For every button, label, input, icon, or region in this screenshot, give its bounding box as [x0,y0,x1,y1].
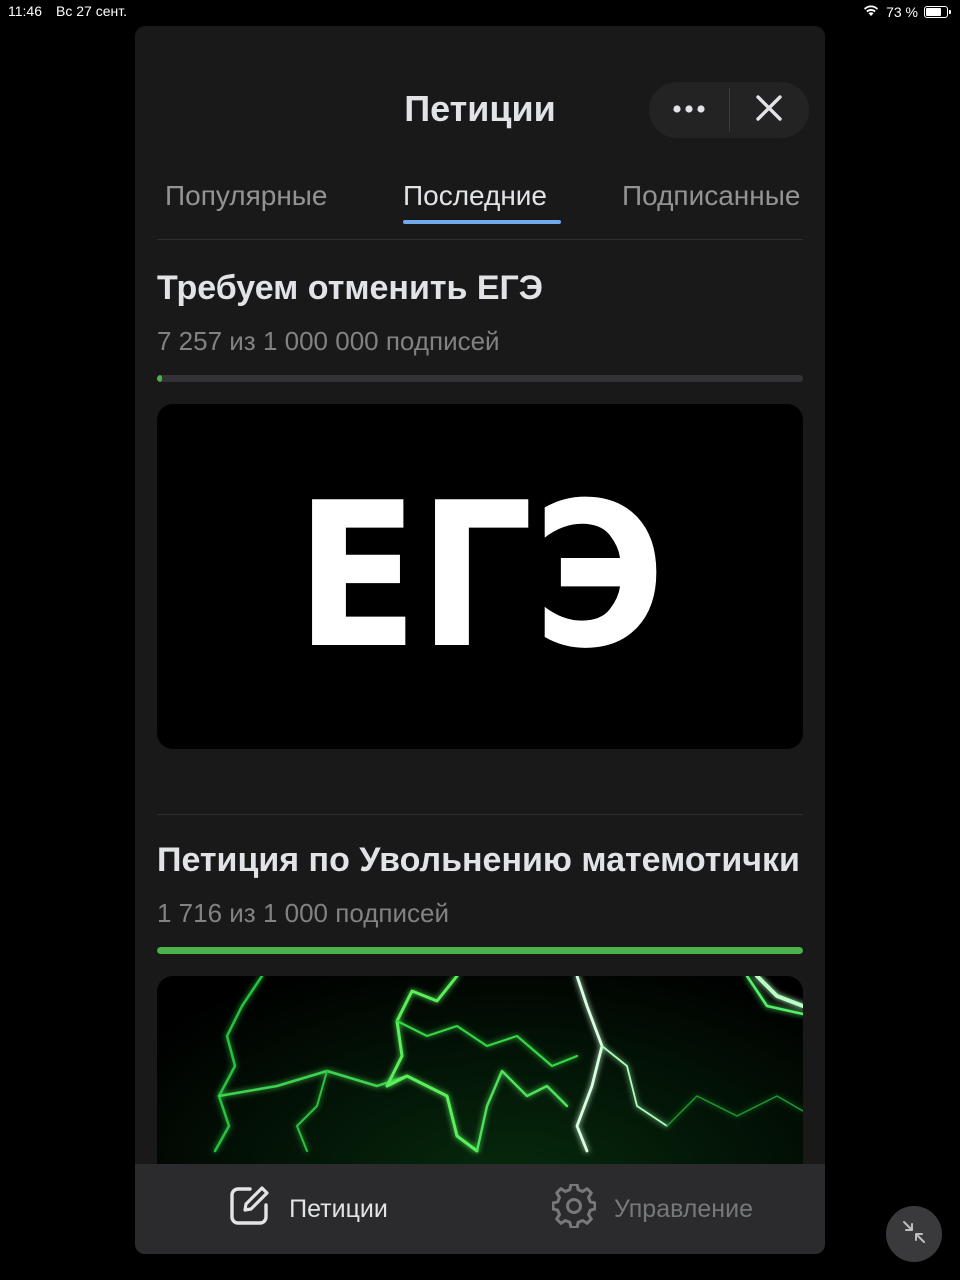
progress-fill [157,947,803,954]
petitions-feed: Требуем отменить ЕГЭ 7 257 из 1 000 000 … [157,240,803,1164]
close-icon [756,94,782,126]
tab-signed[interactable]: Подписанные [622,180,800,212]
active-tab-indicator [403,220,561,224]
wifi-icon [862,3,880,20]
close-button[interactable] [730,82,810,138]
header-controls [649,82,809,138]
petition-image: ЕГЭ [157,404,803,749]
tab-latest[interactable]: Последние [403,180,547,212]
petition-signature-count: 7 257 из 1 000 000 подписей [157,326,500,356]
tab-popular[interactable]: Популярные [165,180,327,212]
battery-percent: 73 % [886,3,918,20]
petition-title: Петиция по Увольнению матемотички [157,841,800,879]
petition-title: Требуем отменить ЕГЭ [157,269,543,307]
lightning-image [157,976,803,1164]
card-divider [157,814,803,815]
petition-card[interactable]: Требуем отменить ЕГЭ 7 257 из 1 000 000 … [157,266,803,749]
petition-card[interactable]: Петиция по Увольнению матемотички 1 716 … [157,838,803,1164]
petition-signature-count: 1 716 из 1 000 подписей [157,898,449,928]
petition-image-text: ЕГЭ [295,459,665,693]
bottom-tab-bar: Петиции Управление [135,1164,825,1254]
status-bar: 11:46 Вс 27 сент. 73 % [0,0,960,24]
tabs-bar: Популярные Последние Подписанные [135,176,825,240]
petition-progress-bar [157,375,803,382]
tabbar-label: Петиции [289,1194,388,1223]
tabbar-item-petitions[interactable]: Петиции [135,1164,480,1254]
more-horizontal-icon [672,101,706,119]
tabbar-label: Управление [614,1194,753,1223]
edit-icon [227,1184,271,1235]
status-date: Вс 27 сент. [56,3,127,19]
battery-icon [924,5,951,18]
minimize-button[interactable] [886,1206,942,1262]
petitions-panel: Петиции Популярные Последние Подписанные… [135,26,825,1254]
status-time: 11:46 [8,3,42,19]
progress-fill [157,375,162,382]
collapse-arrows-icon [900,1218,928,1251]
tabbar-item-management[interactable]: Управление [480,1164,825,1254]
gear-icon [551,1182,597,1235]
petition-progress-bar [157,947,803,954]
panel-header: Петиции [135,26,825,176]
more-button[interactable] [649,82,729,138]
